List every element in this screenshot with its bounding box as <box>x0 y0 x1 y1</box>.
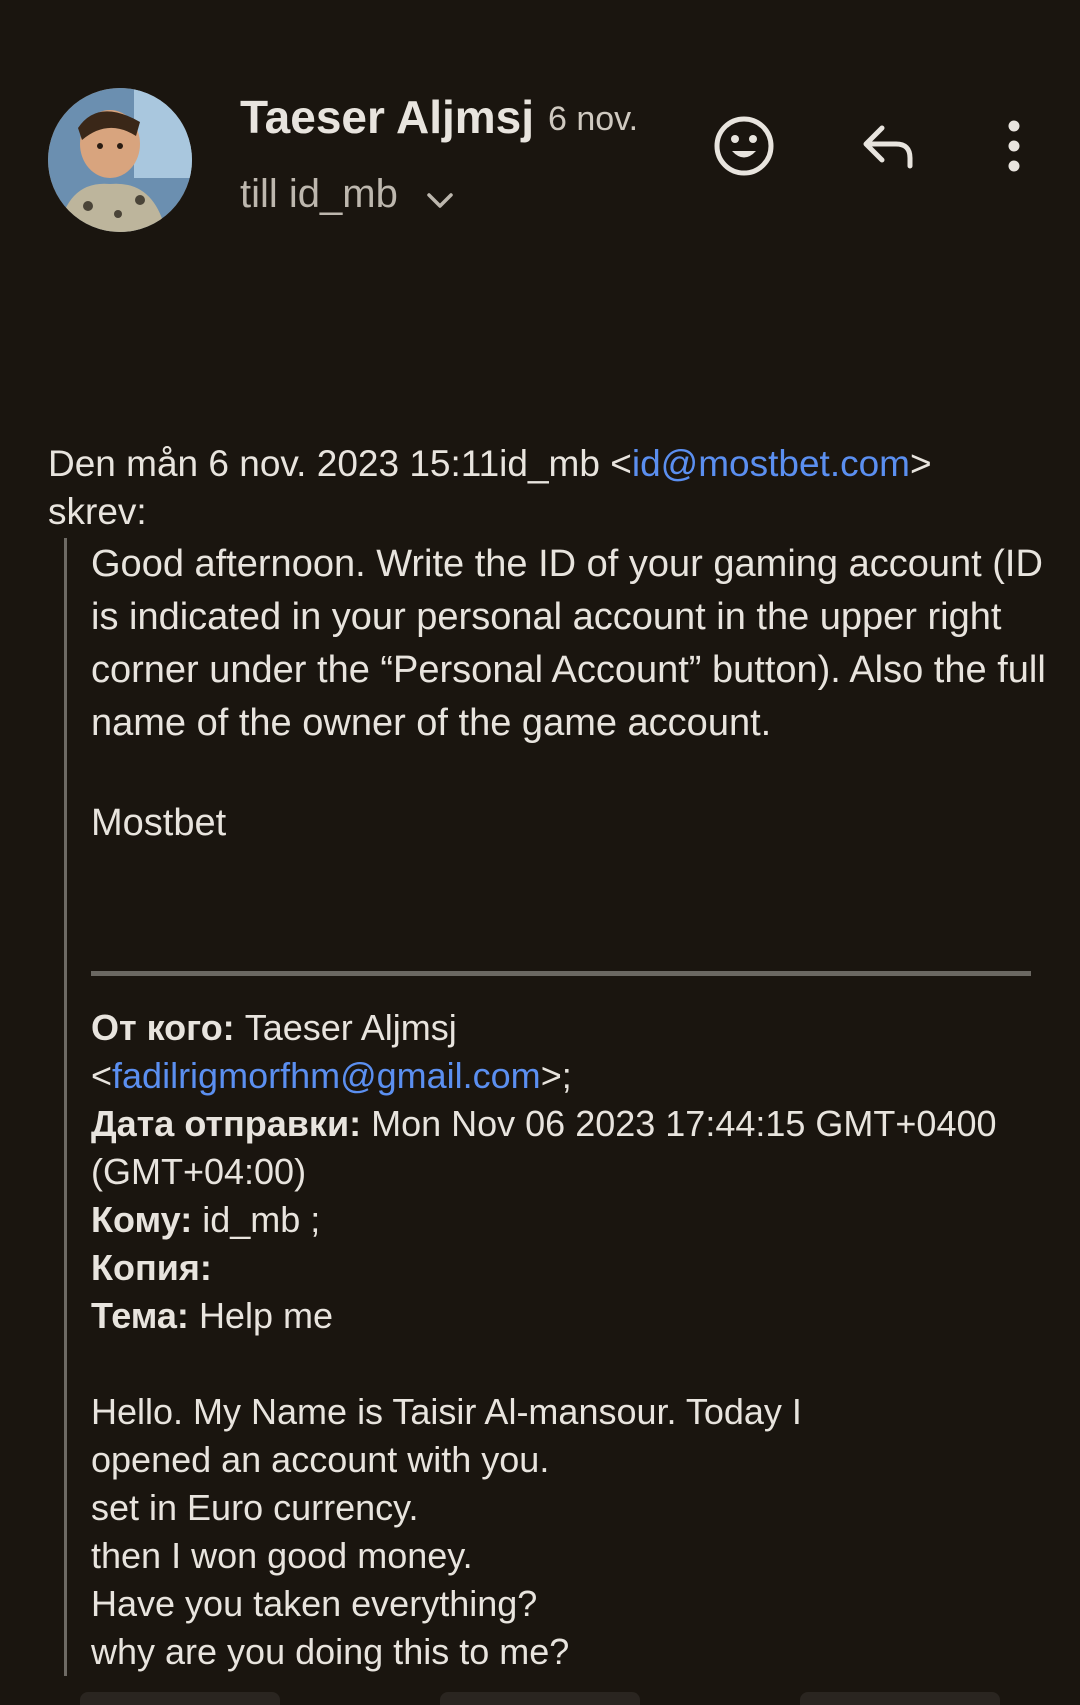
from-email-close: >; <box>540 1055 572 1096</box>
quoted-paragraph: Good afternoon. Write the ID of your gam… <box>91 543 1046 744</box>
body-line: Hello. My Name is Taisir Al-mansour. Tod… <box>91 1391 802 1432</box>
subject-value: Help me <box>198 1295 333 1336</box>
reply-icon[interactable] <box>852 110 924 182</box>
quote-intro-bracket: > <box>910 443 932 484</box>
message-date: 6 nov. <box>548 100 639 138</box>
from-label: От кого: <box>91 1007 235 1048</box>
message-body: Den mån 6 nov. 2023 15:11id_mb <id@mostb… <box>48 440 1048 1676</box>
to-label: Кому: <box>91 1199 193 1240</box>
bottom-action-slot[interactable] <box>80 1692 280 1705</box>
body-line: then I won good money. <box>91 1535 473 1576</box>
emoji-reaction-icon[interactable] <box>708 110 780 182</box>
body-line: set in Euro currency. <box>91 1487 419 1528</box>
forwarded-body: Hello. My Name is Taisir Al-mansour. Tod… <box>91 1388 1061 1676</box>
divider-line <box>91 971 1031 976</box>
from-row: От кого: Taeser Aljmsj <fadilrigmorfhm@g… <box>91 1004 1061 1100</box>
quoted-signature: Mostbet <box>91 802 227 844</box>
quoted-message: Good afternoon. Write the ID of your gam… <box>64 538 1061 1676</box>
subject-label: Тема: <box>91 1295 189 1336</box>
from-email-link[interactable]: fadilrigmorfhm@gmail.com <box>112 1055 541 1096</box>
message-header: Taeser Aljmsj 6 nov. till id_mb <box>0 0 1080 260</box>
sender-avatar[interactable] <box>48 88 192 232</box>
body-line: opened an account with you. <box>91 1439 550 1480</box>
from-email-open: < <box>91 1055 113 1096</box>
bottom-action-slot[interactable] <box>440 1692 640 1705</box>
bottom-action-bar <box>0 1692 1080 1705</box>
quote-attribution: Den mån 6 nov. 2023 15:11id_mb <id@mostb… <box>48 440 1048 536</box>
sender-name[interactable]: Taeser Aljmsj <box>240 90 534 144</box>
to-row: Кому: id_mb ; <box>91 1196 1061 1244</box>
quote-sender-email-link[interactable]: id@mostbet.com <box>632 443 910 484</box>
quote-intro-wrote: skrev: <box>48 491 147 532</box>
forwarded-headers: От кого: Taeser Aljmsj <fadilrigmorfhm@g… <box>91 1004 1061 1340</box>
chevron-down-icon[interactable] <box>427 174 453 219</box>
recipient-label: till id_mb <box>240 172 398 216</box>
body-line: Have you taken everything? <box>91 1583 538 1624</box>
cc-label: Копия: <box>91 1247 212 1288</box>
date-label: Дата отправки: <box>91 1103 362 1144</box>
body-line: why are you doing this to me? <box>91 1631 570 1672</box>
to-value: id_mb ; <box>202 1199 321 1240</box>
more-vert-icon[interactable] <box>978 110 1050 182</box>
cc-row: Копия: <box>91 1244 1061 1292</box>
subject-row: Тема: Help me <box>91 1292 1061 1340</box>
bottom-action-slot[interactable] <box>800 1692 1000 1705</box>
recipient-line[interactable]: till id_mb <box>240 172 453 219</box>
quote-intro-text: Den mån 6 nov. 2023 15:11id_mb < <box>48 443 632 484</box>
date-row: Дата отправки: Mon Nov 06 2023 17:44:15 … <box>91 1100 1061 1196</box>
from-name: Taeser Aljmsj <box>244 1007 457 1048</box>
